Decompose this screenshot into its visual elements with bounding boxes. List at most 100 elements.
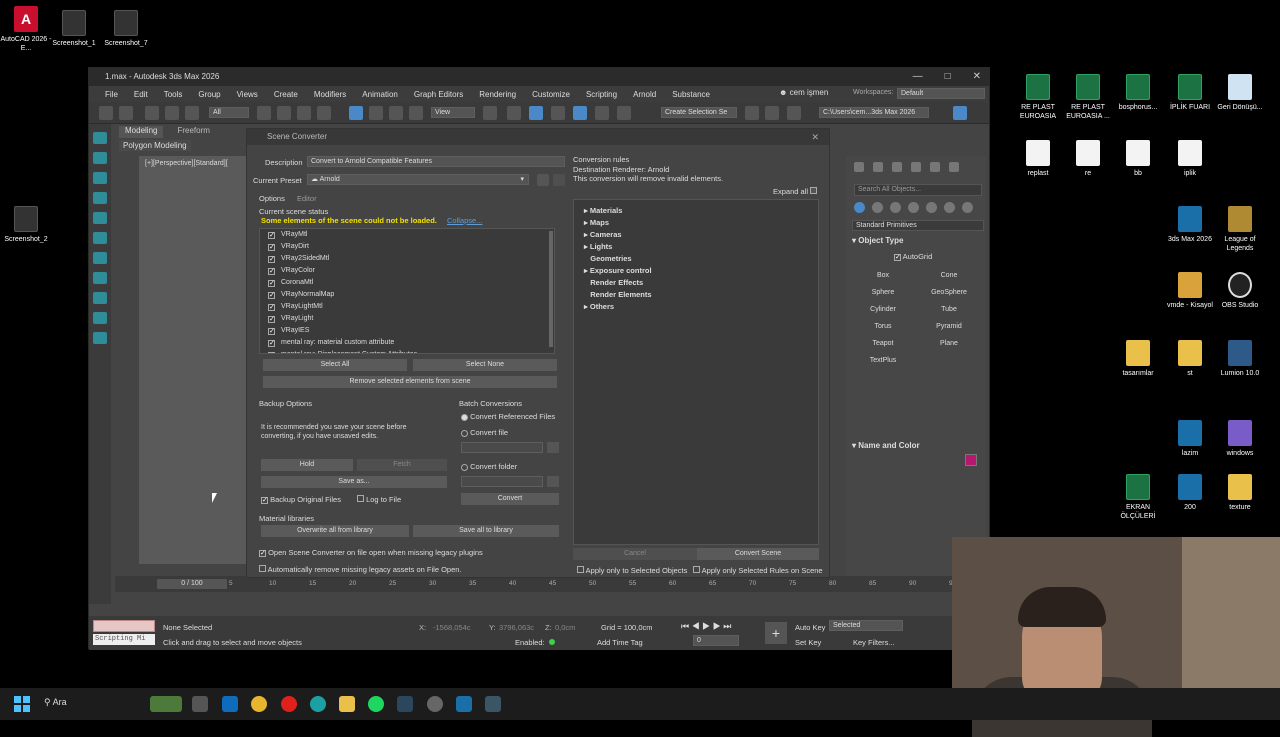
item-checkbox[interactable]: ✓: [268, 231, 275, 239]
file-explorer-icon[interactable]: [339, 696, 355, 712]
menu-customize[interactable]: Customize: [524, 90, 578, 99]
dialog-close-icon[interactable]: ✕: [811, 129, 819, 145]
chrome-icon[interactable]: [251, 696, 267, 712]
obs-taskbar-icon[interactable]: [427, 696, 443, 712]
desktop-icon-folder[interactable]: st: [1164, 340, 1216, 378]
desktop-icon-doc[interactable]: re: [1062, 140, 1114, 178]
desktop-icon-lol[interactable]: League of Legends: [1214, 206, 1266, 253]
primitive-pyramid-button[interactable]: Pyramid: [920, 321, 978, 333]
item-checkbox[interactable]: ✓: [268, 291, 275, 299]
utilities-tab-icon[interactable]: [949, 162, 959, 172]
light-lister-icon[interactable]: [93, 312, 107, 324]
menu-substance[interactable]: Substance: [664, 90, 718, 99]
primitive-cone-button[interactable]: Cone: [920, 270, 978, 282]
placement-icon[interactable]: [409, 106, 423, 120]
desktop-icon-doc[interactable]: iplik: [1164, 140, 1216, 178]
item-checkbox[interactable]: ✓: [268, 267, 275, 275]
angle-snap-icon[interactable]: [573, 106, 587, 120]
undo-icon[interactable]: [99, 106, 113, 120]
primitive-sphere-button[interactable]: Sphere: [854, 287, 912, 299]
desktop-icon-0[interactable]: A AutoCAD 2026 - E...: [0, 6, 52, 53]
desktop-icon-xl[interactable]: RE PLAST EUROASIA: [1012, 74, 1064, 121]
ribbon-tab-modeling[interactable]: Modeling: [119, 126, 164, 138]
next-frame-icon[interactable]: ▶: [713, 621, 721, 631]
status-list-scrollbar[interactable]: [549, 231, 553, 347]
spinner-snap-icon[interactable]: [617, 106, 631, 120]
primitive-teapot-button[interactable]: Teapot: [854, 338, 912, 350]
cameras-icon[interactable]: [908, 202, 919, 213]
align-icon[interactable]: [765, 106, 779, 120]
menu-views[interactable]: Views: [229, 90, 266, 99]
viewport-layout-icon[interactable]: [953, 106, 967, 120]
keyboard-shortcut-icon[interactable]: [529, 106, 543, 120]
autogrid-checkbox[interactable]: ✓ AutoGrid: [894, 252, 932, 261]
status-list-item[interactable]: ✓ CoronaMtl: [260, 277, 554, 289]
preset-select[interactable]: ☁ Arnold ▾: [307, 174, 529, 185]
desktop-icon-obs[interactable]: OBS Studio: [1214, 272, 1266, 310]
rule-others[interactable]: ▸ Others: [584, 302, 614, 311]
frame-counter[interactable]: 0 / 100: [157, 579, 227, 589]
select-none-button[interactable]: Select None: [413, 359, 557, 371]
window-crossing-icon[interactable]: [317, 106, 331, 120]
bind-spacewarp-icon[interactable]: [185, 106, 199, 120]
widgets-icon[interactable]: [150, 696, 182, 712]
user-menu[interactable]: ☻ cem işmen: [779, 88, 828, 97]
apply-selected-objects-checkbox[interactable]: Apply only to Selected Objects: [577, 566, 687, 575]
primitive-box-button[interactable]: Box: [854, 270, 912, 282]
add-time-tag[interactable]: Add Time Tag: [597, 638, 643, 647]
3dsmax-taskbar-icon[interactable]: [456, 696, 472, 712]
status-list-item[interactable]: ✓ VRayMtl: [260, 229, 554, 241]
select-by-name-icon[interactable]: [277, 106, 291, 120]
desktop-icon-doc[interactable]: bb: [1112, 140, 1164, 178]
object-color-swatch[interactable]: [965, 454, 977, 466]
desktop-icon-lumion[interactable]: Lumion 10.0: [1214, 340, 1266, 378]
desktop-icon-win[interactable]: windows: [1214, 420, 1266, 458]
selection-filter[interactable]: All: [209, 107, 249, 118]
render-setup-icon[interactable]: [93, 292, 107, 304]
item-checkbox[interactable]: ✓: [268, 255, 275, 263]
desktop-icon-bin[interactable]: Geri Dönüşü...: [1214, 74, 1266, 112]
save-as-button[interactable]: Save as...: [261, 476, 447, 488]
go-start-icon[interactable]: ⏮: [681, 621, 689, 631]
ribbon-tab-freeform[interactable]: Freeform: [171, 126, 215, 138]
named-selection-set[interactable]: Create Selection Se: [661, 107, 737, 118]
rule-maps[interactable]: ▸ Maps: [584, 218, 609, 227]
apply-selected-rules-checkbox[interactable]: Apply only Selected Rules on Scene: [693, 566, 823, 575]
time-slider[interactable]: 0 / 100 5 10 15 20 25 30 35 40 45 50 55 60 65 70 75 80 8…: [115, 576, 1000, 592]
open-on-legacy-checkbox[interactable]: ✓ Open Scene Converter on file open when…: [259, 548, 483, 557]
desktop-icon-max[interactable]: 200: [1164, 474, 1216, 512]
maxscript-mini[interactable]: Scripting Mi: [93, 634, 155, 645]
description-field[interactable]: Convert to Arnold Compatible Features: [307, 156, 565, 167]
systems-icon[interactable]: [962, 202, 973, 213]
rule-render-elements[interactable]: Render Elements: [584, 290, 651, 299]
prev-frame-icon[interactable]: ◀: [692, 621, 700, 631]
display-tab-icon[interactable]: [930, 162, 940, 172]
name-color-rollout[interactable]: ▾ Name and Color: [852, 441, 920, 450]
collapse-link[interactable]: Collapse...: [447, 216, 482, 225]
rule-cameras[interactable]: ▸ Cameras: [584, 230, 622, 239]
project-path[interactable]: C:\Users\cem...3ds Max 2026: [819, 107, 929, 118]
scale-icon[interactable]: [389, 106, 403, 120]
tab-options[interactable]: Options: [259, 194, 285, 203]
layer-manager-icon[interactable]: [93, 152, 107, 164]
status-list-item[interactable]: ✓ mental ray: Displacement Custom Attribu…: [260, 349, 554, 353]
backup-original-checkbox[interactable]: ✓ Backup Original Files: [261, 495, 341, 504]
task-view-icon[interactable]: [192, 696, 208, 712]
status-list-item[interactable]: ✓ VRayColor: [260, 265, 554, 277]
desktop-icon-xl[interactable]: İPLİK FUARI: [1164, 74, 1216, 112]
snaps-toggle-icon[interactable]: [551, 106, 565, 120]
menu-edit[interactable]: Edit: [126, 90, 156, 99]
display-icon[interactable]: [93, 172, 107, 184]
menu-tools[interactable]: Tools: [156, 90, 191, 99]
desktop-icon-2[interactable]: Screenshot_7: [100, 10, 152, 48]
desktop-icon-vmde[interactable]: vmde - Kisayol: [1164, 272, 1216, 310]
desktop-icon-max[interactable]: lazim: [1164, 420, 1216, 458]
convert-folder-radio[interactable]: Convert folder: [461, 462, 517, 471]
scene-explorer-icon[interactable]: [93, 132, 107, 144]
primitive-tube-button[interactable]: Tube: [920, 304, 978, 316]
rule-render-effects[interactable]: Render Effects: [584, 278, 643, 287]
rule-geometries[interactable]: Geometries: [584, 254, 631, 263]
select-manipulate-icon[interactable]: [507, 106, 521, 120]
scene-converter-taskbar-icon[interactable]: [485, 696, 501, 712]
select-all-button[interactable]: Select All: [263, 359, 407, 371]
